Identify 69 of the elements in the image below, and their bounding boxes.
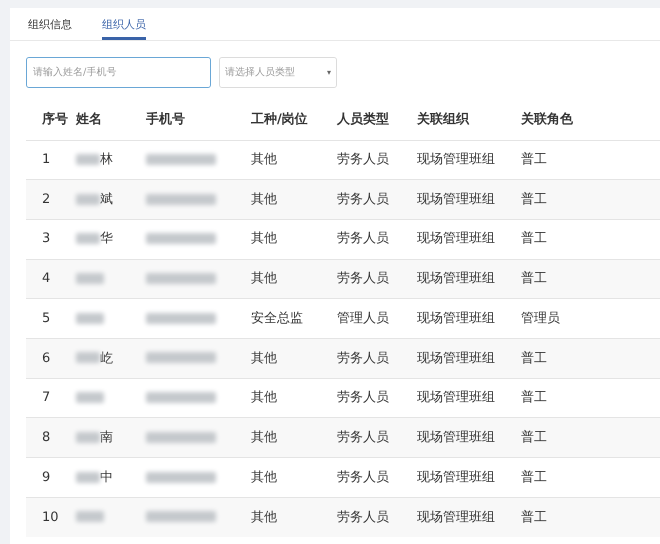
table-cell: 其他 xyxy=(251,350,277,366)
table-cell: 10 xyxy=(42,510,59,525)
table-cell: 9 xyxy=(42,470,50,485)
column-header: 工种/岗位 xyxy=(251,112,308,127)
table-cell: 其他 xyxy=(251,510,277,525)
table-cell: 现场管理班组 xyxy=(417,430,495,445)
table-cell: 其他 xyxy=(251,231,277,246)
table-cell: 1 xyxy=(42,152,50,168)
table-cell: 现场管理班组 xyxy=(417,152,495,168)
table-cell: 普工 xyxy=(521,350,547,366)
tab[interactable]: 组织人员 xyxy=(102,8,146,40)
table-cell: 劳务人员 xyxy=(337,470,389,485)
table-cell: 其他 xyxy=(251,271,277,286)
table-cell: 管理员 xyxy=(521,310,560,326)
table-cell: 其他 xyxy=(251,192,277,207)
table-cell: 7 xyxy=(42,390,50,406)
column-header: 手机号 xyxy=(146,112,185,127)
table-cell: 现场管理班组 xyxy=(417,510,495,525)
table-cell: 普工 xyxy=(521,430,547,445)
table-cell: 其他 xyxy=(251,470,277,485)
column-header: 关联角色 xyxy=(521,112,573,127)
table-cell: 现场管理班组 xyxy=(417,310,495,326)
search-field[interactable]: 请输入姓名/手机号 xyxy=(26,57,211,88)
table-cell: 5 xyxy=(42,310,50,326)
tab[interactable]: 组织信息 xyxy=(28,8,72,40)
table-cell: 普工 xyxy=(521,231,547,246)
table-cell: 中 xyxy=(100,470,113,485)
table-cell: 劳务人员 xyxy=(337,510,389,525)
table-cell: 普工 xyxy=(521,510,547,525)
table-cell: 其他 xyxy=(251,430,277,445)
table-cell: 劳务人员 xyxy=(337,350,389,366)
table-cell: 劳务人员 xyxy=(337,192,389,207)
table-cell: 3 xyxy=(42,231,50,246)
table-cell: 屹 xyxy=(100,350,113,366)
table-cell: 现场管理班组 xyxy=(417,231,495,246)
table-cell: 现场管理班组 xyxy=(417,271,495,286)
table-cell: 劳务人员 xyxy=(337,152,389,168)
person-type-select[interactable]: 请选择人员类型 ▾ xyxy=(219,57,337,88)
table-cell: 华 xyxy=(100,231,113,246)
table-cell: 其他 xyxy=(251,390,277,406)
table-cell: 劳务人员 xyxy=(337,430,389,445)
table-cell: 普工 xyxy=(521,390,547,406)
table-cell: 普工 xyxy=(521,271,547,286)
table-cell: 2 xyxy=(42,192,50,207)
table-cell: 现场管理班组 xyxy=(417,470,495,485)
table-cell: 8 xyxy=(42,430,50,445)
table-cell: 6 xyxy=(42,350,50,366)
table-cell: 林 xyxy=(100,152,113,168)
column-header: 关联组织 xyxy=(417,112,469,127)
table-cell: 普工 xyxy=(521,470,547,485)
table-cell: 现场管理班组 xyxy=(417,192,495,207)
table-cell: 其他 xyxy=(251,152,277,168)
table-cell: 劳务人员 xyxy=(337,390,389,406)
table-cell: 劳务人员 xyxy=(337,271,389,286)
column-header: 序号 xyxy=(42,112,68,127)
table-cell: 斌 xyxy=(100,192,113,207)
table-cell: 普工 xyxy=(521,152,547,168)
column-header: 人员类型 xyxy=(337,112,389,127)
caret-icon: ▾ xyxy=(326,66,331,78)
column-header: 姓名 xyxy=(76,112,102,127)
table-cell: 安全总监 xyxy=(251,310,303,326)
table-cell: 现场管理班组 xyxy=(417,390,495,406)
table-cell: 南 xyxy=(100,430,113,445)
select-placeholder: 请选择人员类型 xyxy=(225,66,295,80)
table-cell: 4 xyxy=(42,271,50,286)
table-cell: 现场管理班组 xyxy=(417,350,495,366)
table-cell: 普工 xyxy=(521,192,547,207)
table-cell: 劳务人员 xyxy=(337,231,389,246)
table-cell: 管理人员 xyxy=(337,310,389,326)
